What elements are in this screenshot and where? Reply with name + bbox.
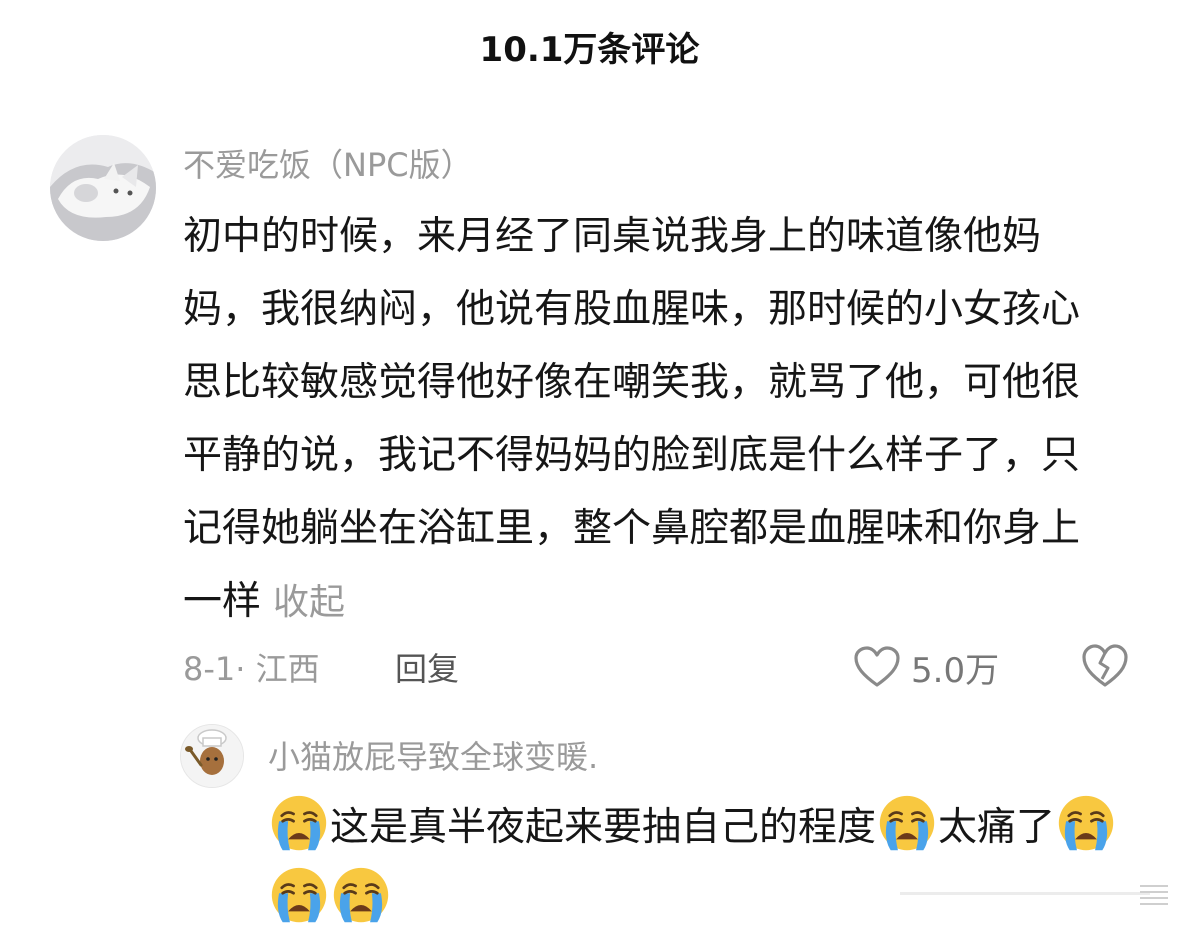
loudly-crying-emoji-icon	[270, 866, 328, 924]
reply-avatar[interactable]	[180, 724, 244, 788]
comment-location: 江西	[255, 650, 320, 688]
loudly-crying-emoji-icon	[1057, 794, 1115, 852]
comment-text-block: 初中的时候，来月经了同桌说我身上的味道像他妈妈，我很纳闷，他说有股血腥味，那时候…	[183, 200, 1118, 639]
comment-author-name[interactable]: 不爱吃饭（NPC版）	[183, 140, 473, 186]
reply-button[interactable]: 回复	[395, 644, 459, 690]
comment-text: 初中的时候，来月经了同桌说我身上的味道像他妈妈，我很纳闷，他说有股血腥味，那时候…	[183, 214, 1081, 624]
comment-date-location: 8-1· 江西	[183, 644, 320, 690]
collapse-link[interactable]: 收起	[273, 582, 345, 623]
watermark-icon	[900, 885, 1168, 905]
reply-text-block: 这是真半夜起来要抽自己的程度 太痛了	[268, 792, 1118, 936]
avatar[interactable]	[50, 135, 156, 241]
comment-count-title: 10.1万条评论	[479, 30, 700, 70]
broken-heart-icon	[1082, 644, 1128, 687]
like-count: 5.0万	[911, 650, 1000, 691]
loudly-crying-emoji-icon	[878, 794, 936, 852]
heart-outline-icon	[854, 646, 900, 687]
loudly-crying-emoji-icon	[332, 866, 390, 924]
reply-text-part1: 这是真半夜起来要抽自己的程度	[330, 805, 877, 850]
reply-author-name[interactable]: 小猫放屁导致全球变暖.	[268, 732, 598, 778]
dislike-button[interactable]	[1080, 642, 1130, 692]
cat-avatar-image	[50, 135, 156, 241]
loudly-crying-emoji-icon	[270, 794, 328, 852]
reply-text-part2: 太痛了	[938, 805, 1056, 850]
like-button[interactable]: 5.0万	[853, 642, 999, 692]
comment-date: 8-1·	[183, 650, 246, 688]
chef-avatar-image	[181, 725, 243, 787]
